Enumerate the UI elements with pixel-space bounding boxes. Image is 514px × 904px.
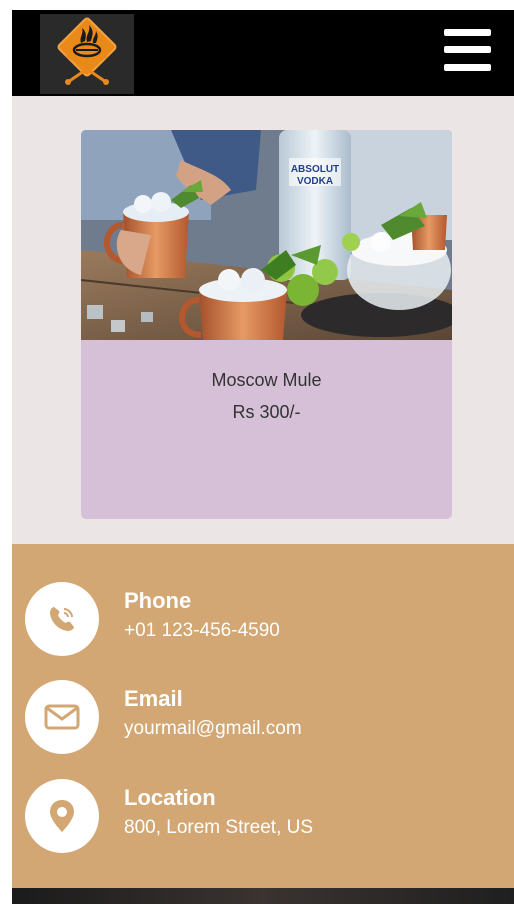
grill-logo[interactable] (40, 14, 134, 94)
menu-bar-bottom (444, 64, 491, 71)
product-section: ABSOLUT VODKA Moscow Mule Rs 300/- (12, 96, 514, 544)
product-price: Rs 300/- (232, 402, 301, 422)
phone-icon-circle (25, 582, 99, 656)
contact-item-phone[interactable]: Phone +01 123-456-4590 (12, 582, 514, 658)
contact-item-email[interactable]: Email yourmail@gmail.com (12, 680, 514, 756)
contact-value-phone: +01 123-456-4590 (124, 620, 280, 641)
contact-title-email: Email (124, 686, 183, 711)
bottle-text-absolut: ABSOLUT (291, 164, 339, 175)
menu-bar-middle (444, 46, 491, 53)
page-frame: ABSOLUT VODKA Moscow Mule Rs 300/- Phone… (12, 10, 514, 904)
location-pin-icon-circle (25, 779, 99, 853)
grill-logo-icon (40, 14, 134, 94)
phone-icon (50, 607, 74, 631)
product-name: Moscow Mule (211, 370, 322, 390)
contact-section: Phone +01 123-456-4590 Email yourmail@gm… (12, 544, 514, 888)
contact-item-location[interactable]: Location 800, Lorem Street, US (12, 779, 514, 855)
top-navbar (12, 10, 514, 96)
envelope-icon-circle (25, 680, 99, 754)
moscow-mule-photo: ABSOLUT VODKA (81, 130, 452, 340)
product-card[interactable]: ABSOLUT VODKA Moscow Mule Rs 300/- (81, 130, 452, 519)
contact-value-email: yourmail@gmail.com (124, 718, 302, 739)
hamburger-menu-button[interactable] (444, 29, 491, 71)
contact-title-phone: Phone (124, 588, 192, 613)
footer-image-strip (12, 888, 514, 904)
location-pin-icon (50, 800, 74, 832)
envelope-icon (44, 704, 80, 730)
menu-bar-top (444, 29, 491, 36)
contact-title-location: Location (124, 785, 216, 810)
contact-value-location: 800, Lorem Street, US (124, 817, 314, 838)
bottle-text-vodka: VODKA (297, 176, 333, 187)
